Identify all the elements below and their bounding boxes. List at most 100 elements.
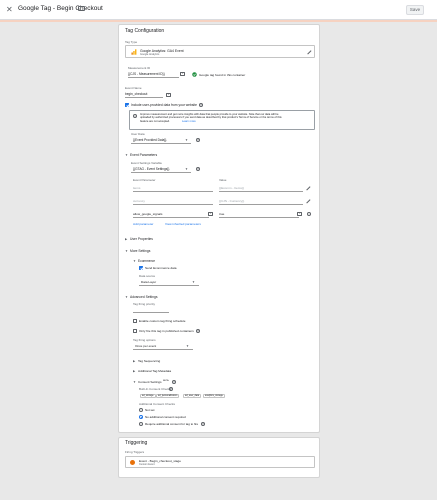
consent-option-label: No additional consent required	[145, 415, 186, 419]
advanced-settings-title[interactable]: Advanced Settings	[130, 295, 158, 299]
consent-help-icon[interactable]: ?	[172, 380, 176, 384]
variable-picker-icon[interactable]: +	[180, 72, 185, 76]
info-text-line-3: feature are not accepted.	[140, 119, 170, 123]
user-data-label: User Data	[131, 132, 145, 136]
view-inherited-link[interactable]: View inherited parameters	[165, 222, 201, 226]
value-variable-icon[interactable]: +	[297, 212, 302, 216]
additional-consent-label: Additional Consent Checks	[139, 402, 176, 406]
data-source-underline	[139, 285, 199, 286]
param-name-input[interactable]: items	[133, 186, 140, 190]
ecommerce-title[interactable]: Ecommerce	[138, 259, 155, 263]
consent-radio-no-additional[interactable]	[139, 415, 143, 419]
measurement-id-input[interactable]: {{CJS - Measurement ID}}	[128, 72, 165, 76]
param-name-input[interactable]: currency	[133, 199, 145, 203]
published-only-label: Only fire this tag in published containe…	[139, 329, 194, 333]
close-icon[interactable]: ✕	[6, 4, 13, 16]
save-button[interactable]: Save	[406, 5, 424, 15]
param-name-underline	[133, 204, 213, 205]
param-name-underline	[133, 217, 209, 218]
consent-radio-not-set[interactable]	[139, 408, 143, 412]
event-settings-select[interactable]: {{GTAG - Event Settings}}	[133, 167, 169, 171]
consent-option-help-icon[interactable]: ?	[201, 422, 205, 426]
consent-chip: ad_personalization	[156, 394, 180, 398]
param-value-input[interactable]: true	[219, 212, 224, 216]
param-value-underline	[219, 191, 303, 192]
tag-sequencing-chevron-icon[interactable]: ▶	[133, 359, 135, 363]
data-source-select[interactable]: Data Layer	[141, 280, 156, 284]
param-value-input[interactable]: {{Ecomm - Items}}	[219, 186, 244, 190]
param-value-underline	[219, 217, 299, 218]
tag-configuration-heading: Tag Configuration	[125, 28, 165, 34]
tag-configuration-card: Tag Configuration Tag Type Google Analyt…	[118, 24, 320, 433]
param-name-input[interactable]: allow_google_signals	[133, 212, 162, 216]
firing-triggers-label: Firing Triggers	[125, 450, 145, 454]
more-settings-chevron-icon[interactable]: ▼	[125, 249, 128, 253]
event-settings-help-icon[interactable]: ?	[196, 167, 200, 171]
event-parameters-title[interactable]: Event Parameters	[130, 153, 157, 157]
info-circle-icon: i	[133, 114, 137, 118]
trigger-item[interactable]: Event - Begin_checkout_stage Custom Even…	[125, 456, 315, 468]
tag-firing-options-label: Tag firing options	[133, 338, 156, 342]
data-source-chevron-icon[interactable]: ▼	[192, 280, 195, 284]
custom-event-trigger-icon	[130, 460, 135, 465]
consent-chip: ad_user_data	[183, 394, 202, 398]
event-settings-chevron-icon[interactable]: ▼	[185, 167, 188, 171]
event-settings-underline	[131, 172, 191, 173]
measurement-id-underline	[128, 77, 179, 78]
published-only-help-icon[interactable]: ?	[196, 329, 200, 333]
beta-badge: BETA	[163, 380, 169, 382]
measurement-id-label: Measurement ID	[128, 66, 151, 70]
edit-param-icon[interactable]	[307, 199, 311, 203]
consent-chip: ad_storage	[140, 394, 156, 398]
tag-firing-priority-input[interactable]	[133, 312, 169, 313]
user-data-underline	[131, 143, 191, 144]
edit-param-icon[interactable]	[307, 186, 311, 190]
folder-icon[interactable]	[78, 6, 85, 11]
send-ecommerce-label: Send Ecommerce data	[145, 266, 177, 270]
consent-option-label: Not set	[145, 408, 155, 412]
additional-metadata-chevron-icon[interactable]: ▶	[133, 369, 135, 373]
custom-schedule-checkbox[interactable]	[133, 319, 137, 323]
ecommerce-chevron-icon[interactable]: ▼	[133, 259, 136, 263]
remove-param-icon[interactable]	[307, 212, 311, 216]
additional-metadata-title[interactable]: Additional Tag Metadata	[138, 369, 171, 373]
google-analytics-icon	[131, 49, 137, 55]
tag-firing-options-select[interactable]: Once per event	[135, 344, 156, 348]
chevron-down-icon[interactable]: ▼	[185, 138, 188, 142]
send-ecommerce-checkbox[interactable]	[139, 266, 143, 270]
user-data-select[interactable]: {{Event Provided Data}}	[133, 138, 167, 142]
event-name-input[interactable]: begin_checkout	[125, 92, 147, 96]
built-in-consent-label: Built-In Consent Checks	[139, 387, 172, 391]
more-settings-title[interactable]: More Settings	[130, 249, 150, 253]
consent-settings-chevron-icon[interactable]: ▼	[133, 380, 136, 384]
tag-firing-options-chevron-icon[interactable]: ▼	[186, 344, 189, 348]
event-name-label: Event Name	[125, 86, 142, 90]
consent-radio-require-additional[interactable]	[139, 422, 143, 426]
user-properties-title[interactable]: User Properties	[130, 237, 153, 241]
check-circle-icon	[192, 71, 197, 77]
advanced-settings-chevron-icon[interactable]: ▼	[125, 295, 128, 299]
info-icon[interactable]: ?	[199, 103, 203, 107]
user-properties-chevron-icon[interactable]: ▶	[125, 237, 127, 241]
add-parameter-button[interactable]: Add parameter	[133, 222, 153, 226]
published-only-checkbox[interactable]	[133, 329, 137, 333]
include-user-data-checkbox[interactable]	[125, 103, 129, 107]
event-name-underline	[125, 97, 163, 98]
custom-schedule-label: Enable custom tag firing schedule	[139, 319, 186, 323]
consent-chip: analytics_storage	[203, 394, 225, 398]
user-data-help-icon[interactable]: ?	[196, 138, 200, 142]
top-bar: ✕ Google Tag - Begin Checkout Save	[0, 0, 437, 20]
param-value-input[interactable]: {{CJS - Currency}}	[219, 199, 244, 203]
learn-more-link[interactable]: Learn more	[182, 120, 196, 123]
event-parameters-chevron-icon[interactable]: ▼	[125, 153, 128, 157]
edit-tag-type-icon[interactable]	[308, 50, 312, 54]
tag-type-selector[interactable]: Google Analytics: GA4 Event Google Analy…	[125, 45, 315, 58]
built-in-consent-help-icon[interactable]: ?	[169, 387, 173, 391]
tag-sequencing-title[interactable]: Tag Sequencing	[138, 359, 160, 363]
tag-type-label: Tag Type	[125, 40, 138, 44]
event-name-variable-icon[interactable]: +	[166, 93, 171, 97]
param-variable-icon[interactable]: +	[208, 212, 213, 216]
triggering-heading: Triggering	[125, 440, 148, 446]
consent-settings-title[interactable]: Consent Settings	[138, 380, 162, 384]
accent-band	[0, 20, 437, 22]
